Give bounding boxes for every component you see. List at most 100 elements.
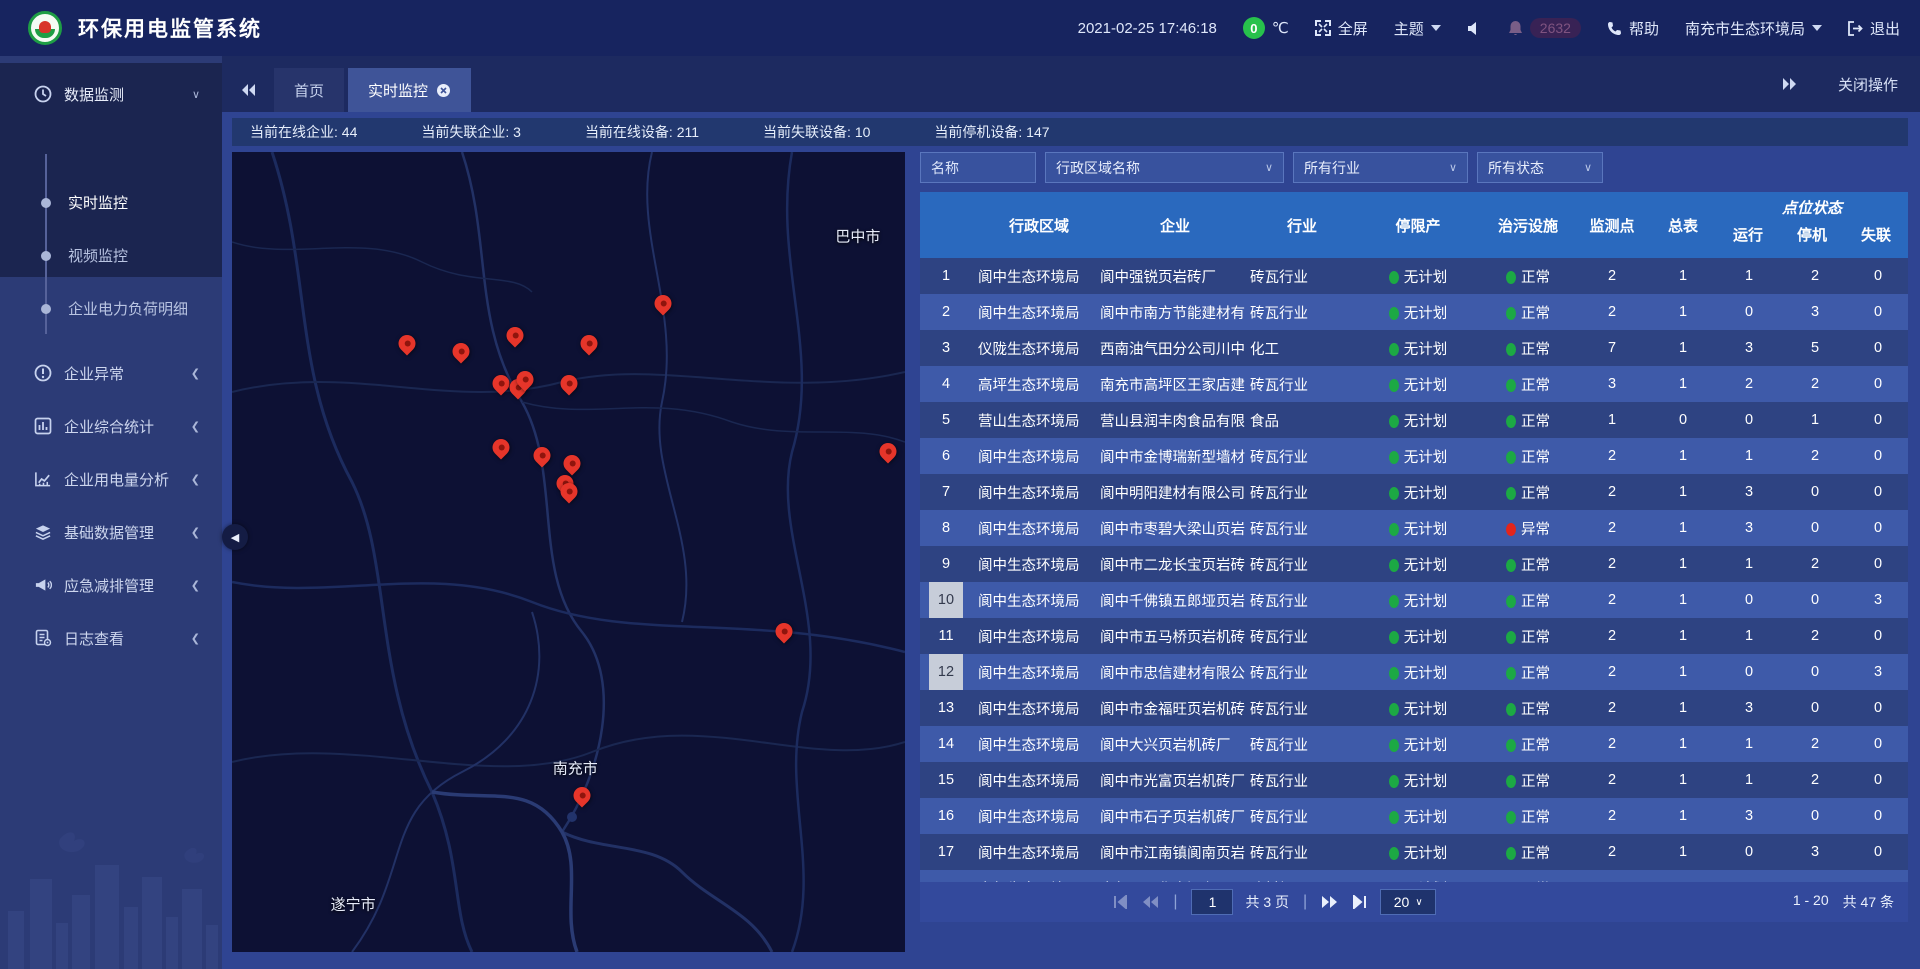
table-row[interactable]: 18南部生态环境局南部县双化水泥有限公建材加工无计划正常60060: [920, 870, 1908, 882]
sidebar-item-5[interactable]: 应急减排管理❮: [0, 560, 222, 610]
table-row[interactable]: 12阆中生态环境局阆中市忠信建材有限公砖瓦行业无计划正常21003: [920, 654, 1908, 690]
table-row[interactable]: 13阆中生态环境局阆中市金福旺页岩机砖砖瓦行业无计划正常21300: [920, 690, 1908, 726]
cell-total-meter: 1: [1650, 772, 1716, 788]
industry-filter-select[interactable]: 所有行业 ∨: [1293, 152, 1468, 183]
cell-stop-limit: 无计划: [1354, 410, 1482, 431]
row-index-cell: 13: [920, 690, 972, 726]
table-row[interactable]: 10阆中生态环境局阆中千佛镇五郎垭页岩砖瓦行业无计划正常21003: [920, 582, 1908, 618]
status-dot: [1506, 811, 1516, 824]
cell-company: 阆中市五马桥页岩机砖: [1100, 626, 1250, 647]
tab-realtime-monitoring[interactable]: 实时监控: [348, 68, 471, 112]
cell-facility-status: 正常: [1482, 698, 1574, 719]
cell-facility-status: 异常: [1482, 518, 1574, 539]
tab-close-icon[interactable]: [436, 83, 451, 98]
table-row[interactable]: 15阆中生态环境局阆中市光富页岩机砖厂砖瓦行业无计划正常21120: [920, 762, 1908, 798]
voice-mute-button[interactable]: [1467, 21, 1482, 36]
org-menu-button[interactable]: 南充市生态环境局: [1685, 18, 1822, 39]
cell-monitor-points: 2: [1574, 844, 1650, 860]
map-panel[interactable]: 巴中市南充市遂宁市: [232, 152, 905, 952]
table-row[interactable]: 4高坪生态环境局南充市高坪区王家店建砖瓦行业无计划正常31220: [920, 366, 1908, 402]
stat-当前失联企业: 当前失联企业: 3: [421, 122, 521, 142]
help-button[interactable]: 帮助: [1607, 18, 1659, 39]
table-row[interactable]: 14阆中生态环境局阆中大兴页岩机砖厂砖瓦行业无计划正常21120: [920, 726, 1908, 762]
cell-stop-limit: 无计划: [1354, 698, 1482, 719]
chevron-down-icon: [1812, 25, 1822, 31]
page-size-value: 20: [1394, 894, 1410, 910]
chart-icon: [34, 470, 52, 488]
table-row[interactable]: 3仪陇生态环境局西南油气田分公司川中化工无计划正常71350: [920, 330, 1908, 366]
notifications-button[interactable]: 2632: [1508, 18, 1581, 38]
sidebar-item-4[interactable]: 基础数据管理❮: [0, 507, 222, 557]
row-index-cell: 10: [920, 582, 972, 618]
phone-icon: [1607, 21, 1622, 36]
cell-company: 阆中市光富页岩机砖厂: [1100, 770, 1250, 791]
table-row[interactable]: 17阆中生态环境局阆中市江南镇阆南页岩砖瓦行业无计划正常21030: [920, 834, 1908, 870]
sidebar-item-6[interactable]: 日志查看❮: [0, 613, 222, 663]
status-dot: [1506, 523, 1516, 536]
table-row[interactable]: 11阆中生态环境局阆中市五马桥页岩机砖砖瓦行业无计划正常21120: [920, 618, 1908, 654]
logout-button[interactable]: 退出: [1848, 18, 1900, 39]
status-dot: [1506, 343, 1516, 356]
pagination-bar: | 1 共 3 页 | 20 ∨ 1 - 20 共 47 条: [920, 882, 1908, 922]
sidebar-item-3[interactable]: 企业用电量分析❮: [0, 454, 222, 504]
table-row[interactable]: 5营山生态环境局营山县润丰肉食品有限食品无计划正常10010: [920, 402, 1908, 438]
temperature-badge: 0: [1243, 17, 1265, 39]
prev-page-button[interactable]: [1141, 895, 1159, 909]
sidebar-item-2[interactable]: 企业综合统计❮: [0, 401, 222, 451]
table-row[interactable]: 1阆中生态环境局阆中强锐页岩砖厂砖瓦行业无计划正常21120: [920, 258, 1908, 294]
next-page-button[interactable]: [1321, 895, 1339, 909]
sidebar-item-data-monitoring[interactable]: 数据监测∨: [0, 69, 222, 119]
cell-running: 1: [1716, 268, 1782, 284]
close-operations-button[interactable]: 关闭操作: [1838, 74, 1898, 95]
cell-stopped: 0: [1782, 808, 1848, 824]
cell-district: 阆中生态环境局: [972, 770, 1100, 791]
cell-lost: 0: [1848, 412, 1908, 428]
tab-home[interactable]: 首页: [274, 68, 344, 112]
tabs-scroll-right-button[interactable]: [1768, 62, 1812, 106]
log-icon: [34, 629, 52, 647]
logout-label: 退出: [1870, 18, 1900, 39]
cell-running: 3: [1716, 340, 1782, 356]
map-collapse-button[interactable]: ◀: [222, 524, 248, 550]
table-row[interactable]: 7阆中生态环境局阆中明阳建材有限公司砖瓦行业无计划正常21300: [920, 474, 1908, 510]
theme-menu-button[interactable]: 主题: [1394, 18, 1441, 39]
last-page-button[interactable]: [1351, 895, 1368, 909]
status-dot: [1506, 415, 1516, 428]
stat-当前在线设备: 当前在线设备: 211: [585, 122, 699, 142]
stat-当前在线企业: 当前在线企业: 44: [250, 122, 357, 142]
cell-running: 0: [1716, 844, 1782, 860]
page-number-input[interactable]: 1: [1191, 889, 1233, 915]
cell-facility-status: 正常: [1482, 662, 1574, 683]
status-filter-value: 所有状态: [1488, 158, 1544, 178]
sidebar-subitem-企业电力负荷明细[interactable]: 企业电力负荷明细: [0, 282, 222, 335]
sidebar-item-label: 应急减排管理: [64, 575, 154, 596]
cell-facility-status: 正常: [1482, 302, 1574, 323]
status-dot: [1389, 415, 1399, 428]
first-page-button[interactable]: [1112, 895, 1129, 909]
cell-monitor-points: 2: [1574, 448, 1650, 464]
fullscreen-button[interactable]: 全屏: [1315, 18, 1368, 39]
table-row[interactable]: 8阆中生态环境局阆中市枣碧大梁山页岩砖瓦行业无计划异常21300: [920, 510, 1908, 546]
cell-running: 3: [1716, 700, 1782, 716]
page-size-select[interactable]: 20 ∨: [1380, 889, 1436, 915]
cell-facility-status: 正常: [1482, 734, 1574, 755]
sidebar-subitem-实时监控[interactable]: 实时监控: [0, 176, 222, 229]
region-filter-select[interactable]: 行政区域名称 ∨: [1045, 152, 1284, 183]
table-row[interactable]: 9阆中生态环境局阆中市二龙长宝页岩砖砖瓦行业无计划正常21120: [920, 546, 1908, 582]
table-row[interactable]: 16阆中生态环境局阆中市石子页岩机砖厂砖瓦行业无计划正常21300: [920, 798, 1908, 834]
tabs-scroll-left-button[interactable]: [226, 68, 270, 112]
table-row[interactable]: 6阆中生态环境局阆中市金博瑞新型墙材砖瓦行业无计划正常21120: [920, 438, 1908, 474]
status-filter-select[interactable]: 所有状态 ∨: [1477, 152, 1603, 183]
cell-district: 仪陇生态环境局: [972, 338, 1100, 359]
cell-company: 阆中市南方节能建材有: [1100, 302, 1250, 323]
cell-district: 营山生态环境局: [972, 410, 1100, 431]
name-input[interactable]: [931, 160, 1025, 176]
name-filter-input[interactable]: [920, 152, 1036, 183]
sidebar-subitem-视频监控[interactable]: 视频监控: [0, 229, 222, 282]
status-dot: [1389, 451, 1399, 464]
sidebar-item-1[interactable]: 企业异常❮: [0, 348, 222, 398]
status-dot: [1389, 379, 1399, 392]
cell-monitor-points: 2: [1574, 268, 1650, 284]
table-row[interactable]: 2阆中生态环境局阆中市南方节能建材有砖瓦行业无计划正常21030: [920, 294, 1908, 330]
cell-running: 3: [1716, 520, 1782, 536]
